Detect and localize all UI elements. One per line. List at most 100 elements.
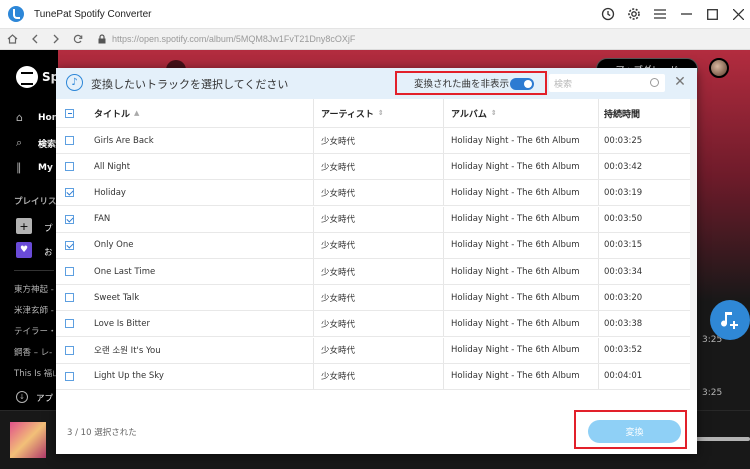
settings-gear-icon[interactable] xyxy=(622,4,646,24)
add-music-fab[interactable] xyxy=(710,300,750,340)
history-icon[interactable] xyxy=(596,4,620,24)
table-row[interactable]: All Night 少女時代 Holiday Night - The 6th Alb… xyxy=(56,154,690,181)
column-title-label: タイトル xyxy=(94,109,131,120)
track-title: Sweet Talk xyxy=(94,292,140,303)
table-row[interactable]: Girls Are Back 少女時代 Holiday Night - The 6t… xyxy=(56,128,690,154)
track-checkbox[interactable] xyxy=(56,180,83,205)
download-icon[interactable]: ↓ xyxy=(16,391,28,403)
track-artist: 少女時代 xyxy=(313,259,443,284)
column-title[interactable]: タイトル ▲ xyxy=(83,99,313,127)
track-title: 오랜 소원 It's You xyxy=(94,346,161,357)
spotify-logo-icon xyxy=(16,66,38,88)
dialog-footer: 3 / 10 選択された 変換 xyxy=(56,404,697,454)
volume-bar[interactable] xyxy=(690,437,750,441)
track-album: Holiday Night - The 6th Album xyxy=(443,128,598,153)
track-checkbox[interactable] xyxy=(56,207,83,232)
track-duration: 00:03:19 xyxy=(598,180,690,206)
track-checkbox[interactable] xyxy=(56,311,83,336)
maximize-icon[interactable] xyxy=(700,4,724,24)
track-checkbox[interactable] xyxy=(56,364,83,389)
reload-icon[interactable] xyxy=(68,29,88,49)
menu-icon[interactable] xyxy=(648,4,672,24)
convert-highlight: 変換 xyxy=(574,410,687,449)
close-icon[interactable]: ✕ xyxy=(673,75,687,89)
track-artist: 少女時代 xyxy=(313,206,443,232)
table-row[interactable]: Holiday 少女時代 Holiday Night - The 6th Album… xyxy=(56,180,690,207)
playlist-item[interactable]: テイラー・ xyxy=(14,325,57,337)
hide-converted-toggle[interactable] xyxy=(510,78,534,90)
playlist-item[interactable]: 米津玄師 - xyxy=(14,304,54,316)
checkbox-checked-icon xyxy=(65,240,74,250)
track-checkbox[interactable] xyxy=(56,233,83,258)
track-checkbox[interactable] xyxy=(56,259,83,284)
url-bar: https://open.spotify.com/album/5MQM8Jw1F… xyxy=(0,28,750,50)
track-duration: 00:03:42 xyxy=(598,154,690,180)
track-checkbox[interactable] xyxy=(56,285,83,310)
home-icon[interactable] xyxy=(2,29,22,49)
selected-count: 3 / 10 選択された xyxy=(67,428,137,438)
create-playlist-label[interactable]: プ xyxy=(44,222,53,234)
track-album: Holiday Night - The 6th Album xyxy=(443,154,598,180)
checkbox-indeterminate-icon xyxy=(65,108,74,118)
track-album: Holiday Night - The 6th Album xyxy=(443,259,598,284)
spotify-sidebar: Sp ⌂ Hon ⌕ 検索 ∥ My プレイリス + プ ♥ お 東方神起 - … xyxy=(0,50,61,410)
track-checkbox[interactable] xyxy=(56,128,83,153)
checkbox-icon xyxy=(65,319,74,329)
checkbox-icon xyxy=(65,162,74,172)
track-artist: 少女時代 xyxy=(313,363,443,389)
liked-songs-icon[interactable]: ♥ xyxy=(16,242,32,258)
table-row[interactable]: Sweet Talk 少女時代 Holiday Night - The 6th Al… xyxy=(56,285,690,312)
convert-button[interactable]: 変換 xyxy=(588,420,681,443)
playlist-item[interactable]: 東方神起 - xyxy=(14,283,54,295)
sidebar-divider xyxy=(14,270,54,271)
spotify-logo: Sp xyxy=(16,66,59,88)
track-album: Holiday Night - The 6th Album xyxy=(443,337,598,363)
dialog-title: 変換したいトラックを選択してください xyxy=(91,78,289,91)
playlist-item[interactable]: 鋼香 – レ- xyxy=(14,346,52,358)
track-title: One Last Time xyxy=(94,266,156,277)
track-title: Holiday xyxy=(94,187,126,198)
track-title: Light Up the Sky xyxy=(94,371,164,382)
track-checkbox[interactable] xyxy=(56,338,83,363)
back-icon[interactable] xyxy=(24,29,44,49)
select-all-checkbox[interactable] xyxy=(56,99,83,127)
track-album: Holiday Night - The 6th Album xyxy=(443,285,598,311)
column-artist[interactable]: アーティスト ⇕ xyxy=(313,99,443,127)
track-artist: 少女時代 xyxy=(313,337,443,363)
close-window-icon[interactable] xyxy=(726,4,750,24)
liked-songs-label[interactable]: お xyxy=(44,246,53,258)
checkbox-icon xyxy=(65,345,74,355)
table-row[interactable]: FAN 少女時代 Holiday Night - The 6th Album 00:0… xyxy=(56,206,690,233)
table-row[interactable]: Light Up the Sky 少女時代 Holiday Night - The … xyxy=(56,363,690,390)
sidebar-item-home[interactable]: ⌂ Hon xyxy=(16,111,58,124)
install-app-label[interactable]: アプ xyxy=(36,392,53,404)
table-scrollbar[interactable] xyxy=(690,99,697,390)
track-time: 3:25 xyxy=(702,388,723,398)
table-row[interactable]: 오랜 소원 It's You 少女時代 Holiday Night - The 6t… xyxy=(56,337,690,364)
track-checkbox[interactable] xyxy=(56,154,83,179)
title-bar: TunePat Spotify Converter xyxy=(0,0,750,28)
sidebar-item-label: 検索 xyxy=(38,139,57,150)
search-input[interactable]: 検索 xyxy=(549,74,665,92)
search-placeholder: 検索 xyxy=(554,80,573,90)
sidebar-item-library[interactable]: ∥ My xyxy=(16,161,53,174)
checkbox-icon xyxy=(65,136,74,145)
track-duration: 00:03:15 xyxy=(598,232,690,258)
forward-icon[interactable] xyxy=(46,29,66,49)
avatar[interactable] xyxy=(709,58,729,78)
url-text[interactable]: https://open.spotify.com/album/5MQM8Jw1F… xyxy=(112,34,355,44)
column-album[interactable]: アルバム ⇕ xyxy=(443,99,598,127)
table-row[interactable]: One Last Time 少女時代 Holiday Night - The 6th… xyxy=(56,259,690,285)
track-duration: 00:03:34 xyxy=(598,259,690,284)
track-duration: 00:03:50 xyxy=(598,206,690,232)
create-playlist-icon[interactable]: + xyxy=(16,218,32,234)
minimize-icon[interactable] xyxy=(674,4,698,24)
table-row[interactable]: Only One 少女時代 Holiday Night - The 6th Albu… xyxy=(56,232,690,259)
table-row[interactable]: Love Is Bitter 少女時代 Holiday Night - The 6t… xyxy=(56,311,690,338)
playlist-item[interactable]: This Is 福山 xyxy=(14,367,61,379)
sidebar-item-label: My xyxy=(38,162,53,173)
column-duration[interactable]: 持続時間 xyxy=(598,99,690,127)
track-artist: 少女時代 xyxy=(313,311,443,337)
sidebar-item-search[interactable]: ⌕ 検索 xyxy=(16,136,56,150)
checkbox-icon xyxy=(65,371,74,381)
